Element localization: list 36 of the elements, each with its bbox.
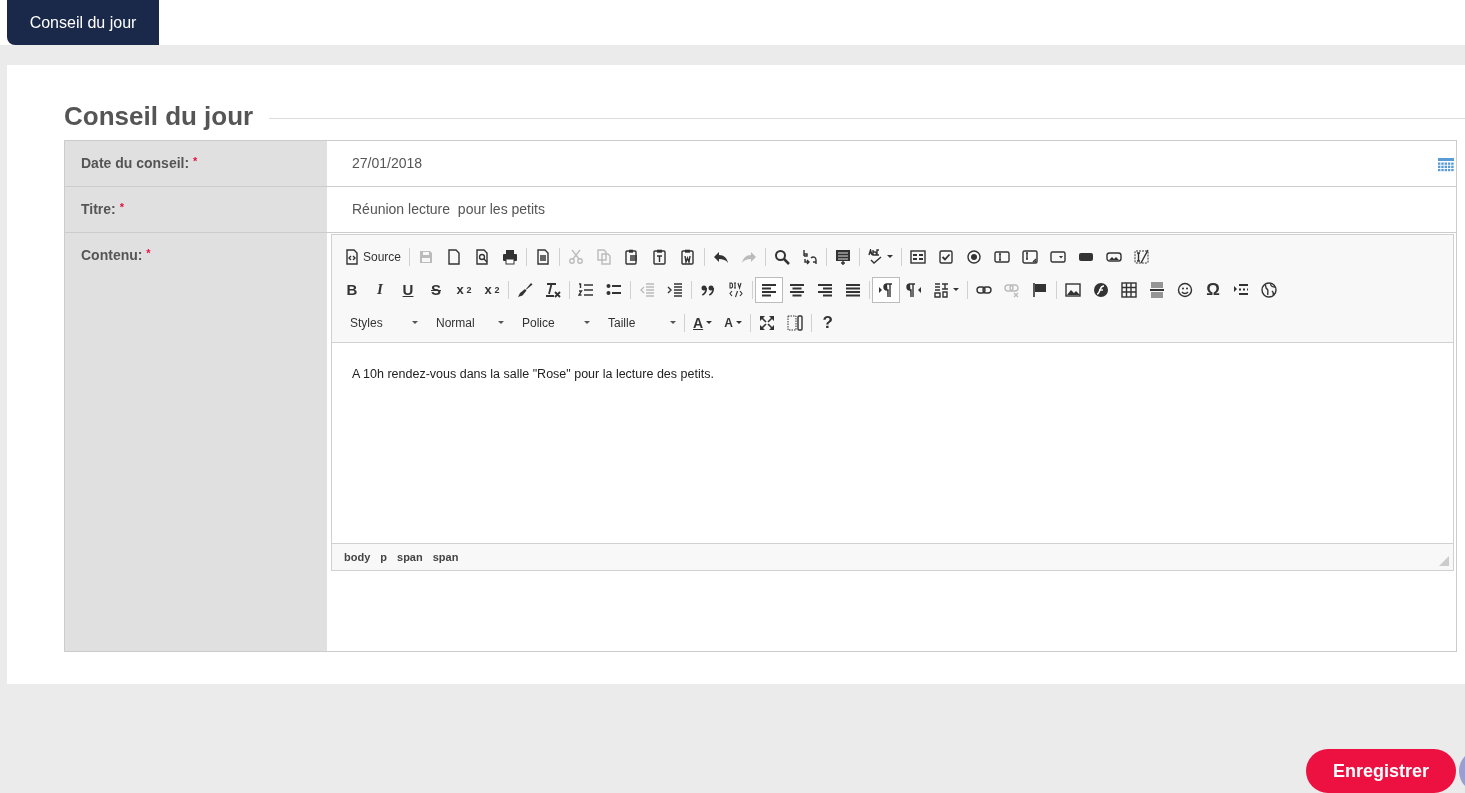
content-text: A 10h rendez-vous dans la salle "Rose" pour la lecture des petits. xyxy=(352,367,715,381)
path-item[interactable]: span xyxy=(397,551,423,563)
required-mark: * xyxy=(146,247,151,259)
dropdown[interactable]: Styles xyxy=(338,310,424,335)
save-button[interactable]: Enregistrer xyxy=(1306,749,1456,793)
underline-button[interactable]: U xyxy=(394,276,422,303)
field-label: Titre: xyxy=(81,201,116,217)
path-item[interactable]: p xyxy=(380,551,387,563)
page-tab[interactable]: Conseil du jour xyxy=(7,0,159,45)
background-color-button[interactable]: A xyxy=(718,309,748,336)
dropdown-label: Police xyxy=(522,315,555,330)
text-color-button[interactable]: A xyxy=(687,309,719,336)
dropdown-label: Normal xyxy=(436,315,475,330)
bold-button[interactable]: B xyxy=(338,276,366,303)
editor-content[interactable]: A 10h rendez-vous dans la salle "Rose" pour la lecture des petits. xyxy=(332,343,1453,543)
section-heading: Conseil du jour xyxy=(64,101,254,132)
toolbar-button[interactable]: Source xyxy=(338,243,408,270)
date-field[interactable]: 27/01/2018 xyxy=(352,155,423,171)
dropdown[interactable]: Normal xyxy=(424,310,510,335)
title-field[interactable]: Réunion lecture pour les petits xyxy=(352,201,545,217)
field-label: Contenu: xyxy=(81,247,143,263)
required-mark: * xyxy=(119,201,124,213)
required-mark: * xyxy=(193,155,198,167)
path-item[interactable]: body xyxy=(344,551,371,563)
field-label: Date du conseil: xyxy=(81,155,190,171)
dropdown-label: Taille xyxy=(608,315,636,330)
dropdown-label: Styles xyxy=(350,315,383,330)
source-label: Source xyxy=(363,249,402,264)
symbol-button[interactable]: ? xyxy=(813,309,842,336)
symbol-button[interactable]: Ω xyxy=(1199,276,1227,303)
italic-button[interactable]: I xyxy=(366,276,394,303)
script-button[interactable]: x$^{2}$ xyxy=(478,276,506,303)
path-item[interactable]: span xyxy=(432,551,459,563)
dropdown[interactable]: Taille xyxy=(596,310,682,335)
dropdown[interactable]: Police xyxy=(510,310,596,335)
strikethrough-button[interactable]: S xyxy=(422,276,450,303)
